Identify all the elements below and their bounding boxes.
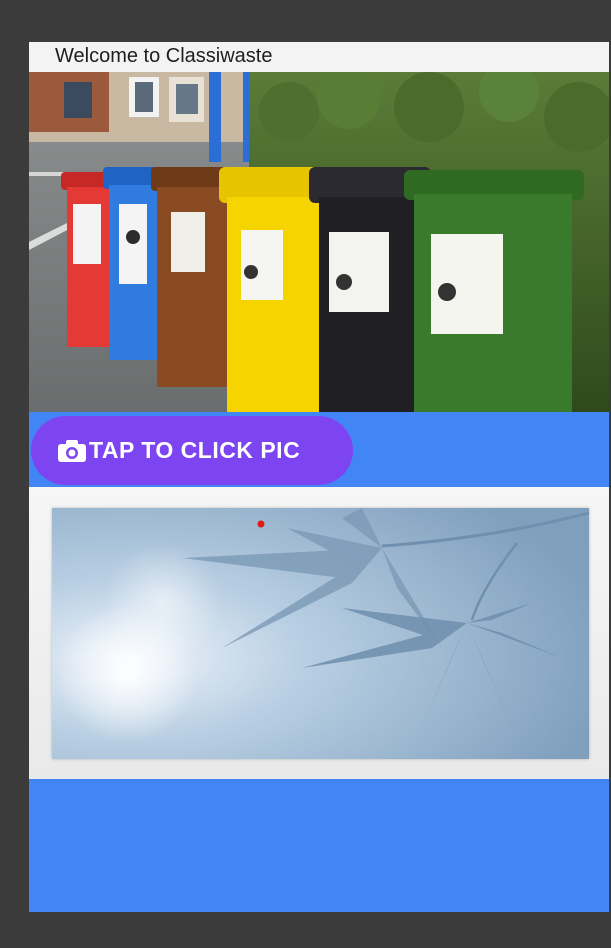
camera-icon: [57, 439, 87, 463]
device-frame: Welcome to Classiwaste TAP TO CLICK PIC: [0, 0, 611, 948]
bins-illustration: [29, 72, 609, 412]
black-bin: [309, 167, 431, 412]
captured-image-preview: [52, 508, 589, 759]
app-screen: Welcome to Classiwaste TAP TO CLICK PIC: [29, 42, 609, 912]
captured-image-panel: [29, 487, 609, 779]
capture-photo-button[interactable]: TAP TO CLICK PIC: [31, 416, 353, 485]
action-strip: TAP TO CLICK PIC: [29, 412, 609, 487]
hero-image-recycling-bins: [29, 72, 609, 412]
title-bar: Welcome to Classiwaste: [29, 42, 609, 72]
green-bin: [404, 170, 584, 412]
app-title: Welcome to Classiwaste: [55, 45, 273, 67]
results-area: [29, 779, 609, 912]
capture-button-label: TAP TO CLICK PIC: [89, 437, 301, 463]
marker-dot: [257, 520, 265, 528]
